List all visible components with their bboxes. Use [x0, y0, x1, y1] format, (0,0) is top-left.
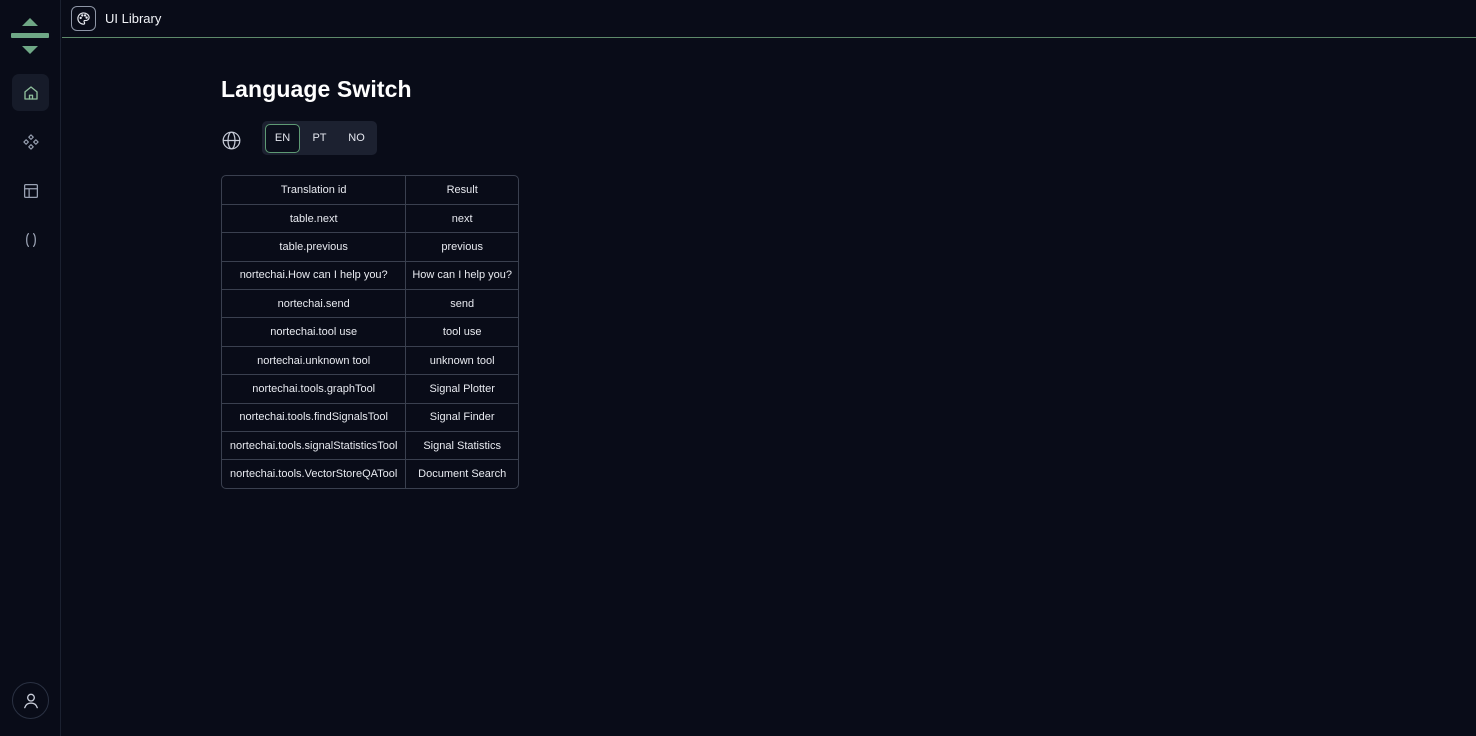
table-row: nortechai.tools.findSignalsTool Signal F…: [222, 403, 518, 433]
translation-id-cell: nortechai.tools.findSignalsTool: [222, 403, 407, 433]
result-cell: tool use: [405, 317, 518, 347]
translation-id-cell: nortechai.How can I help you?: [222, 261, 407, 291]
translation-id-cell: nortechai.tools.signalStatisticsTool: [222, 431, 407, 461]
sidebar-item-layout[interactable]: [12, 172, 49, 209]
parentheses-icon: [25, 232, 36, 247]
app-icon: [71, 6, 96, 31]
translation-id-cell: nortechai.tools.graphTool: [222, 374, 407, 404]
page-title: Language Switch: [221, 76, 412, 102]
table-row: nortechai.send send: [222, 289, 518, 319]
column-header-translation-id: Translation id: [222, 176, 407, 205]
translation-id-cell: nortechai.send: [222, 289, 407, 319]
table-header-row: Translation id Result: [222, 176, 518, 205]
result-cell: previous: [405, 232, 518, 262]
table-row: table.next next: [222, 204, 518, 234]
translation-id-cell: table.next: [222, 204, 407, 234]
language-switch: EN PT NO: [262, 121, 377, 155]
translation-id-cell: table.previous: [222, 232, 407, 262]
result-cell: unknown tool: [405, 346, 518, 376]
palette-icon: [77, 12, 90, 25]
table-row: nortechai.unknown tool unknown tool: [222, 346, 518, 376]
translation-id-cell: nortechai.tool use: [222, 317, 407, 347]
language-option-no[interactable]: NO: [339, 124, 374, 153]
result-cell: Signal Plotter: [405, 374, 518, 404]
app-root: UI Library Language Switch EN PT NO Tran…: [0, 0, 1476, 736]
sidebar: [0, 0, 61, 736]
column-header-result: Result: [405, 176, 518, 205]
result-cell: Signal Finder: [405, 403, 518, 433]
home-icon: [23, 85, 38, 100]
table-row: table.previous previous: [222, 232, 518, 262]
result-cell: send: [405, 289, 518, 319]
result-cell: Document Search: [418, 468, 507, 481]
components-icon: [22, 133, 39, 150]
result-cell: How can I help you?: [405, 261, 518, 291]
table-row: nortechai.tools.VectorStoreQATool Docume…: [222, 459, 518, 489]
account-button[interactable]: [12, 682, 49, 719]
user-icon: [23, 693, 38, 708]
app-title: UI Library: [105, 11, 162, 26]
sidebar-item-home[interactable]: [12, 74, 49, 111]
table-row: nortechai.tools.graphTool Signal Plotter: [222, 374, 518, 404]
table-row: nortechai.tools.signalStatisticsTool Sig…: [222, 431, 518, 461]
translation-id-cell: nortechai.unknown tool: [222, 346, 407, 376]
top-header: UI Library: [62, 0, 1476, 38]
table-row: nortechai.How can I help you? How can I …: [222, 261, 518, 291]
language-option-en[interactable]: EN: [265, 123, 300, 153]
result-cell: Signal Statistics: [405, 431, 518, 461]
sidebar-item-code[interactable]: [12, 221, 49, 258]
layout-icon: [23, 183, 38, 198]
sidebar-item-components[interactable]: [12, 123, 49, 160]
translation-id-cell: nortechai.tools.VectorStoreQATool: [222, 459, 407, 489]
language-option-pt[interactable]: PT: [302, 124, 337, 153]
brand-logo[interactable]: [11, 16, 49, 56]
table-row: nortechai.tool use tool use: [222, 317, 518, 347]
globe-icon: [221, 130, 242, 151]
translation-table: Translation id Result table.next next ta…: [221, 175, 519, 490]
result-cell: next: [405, 204, 518, 234]
